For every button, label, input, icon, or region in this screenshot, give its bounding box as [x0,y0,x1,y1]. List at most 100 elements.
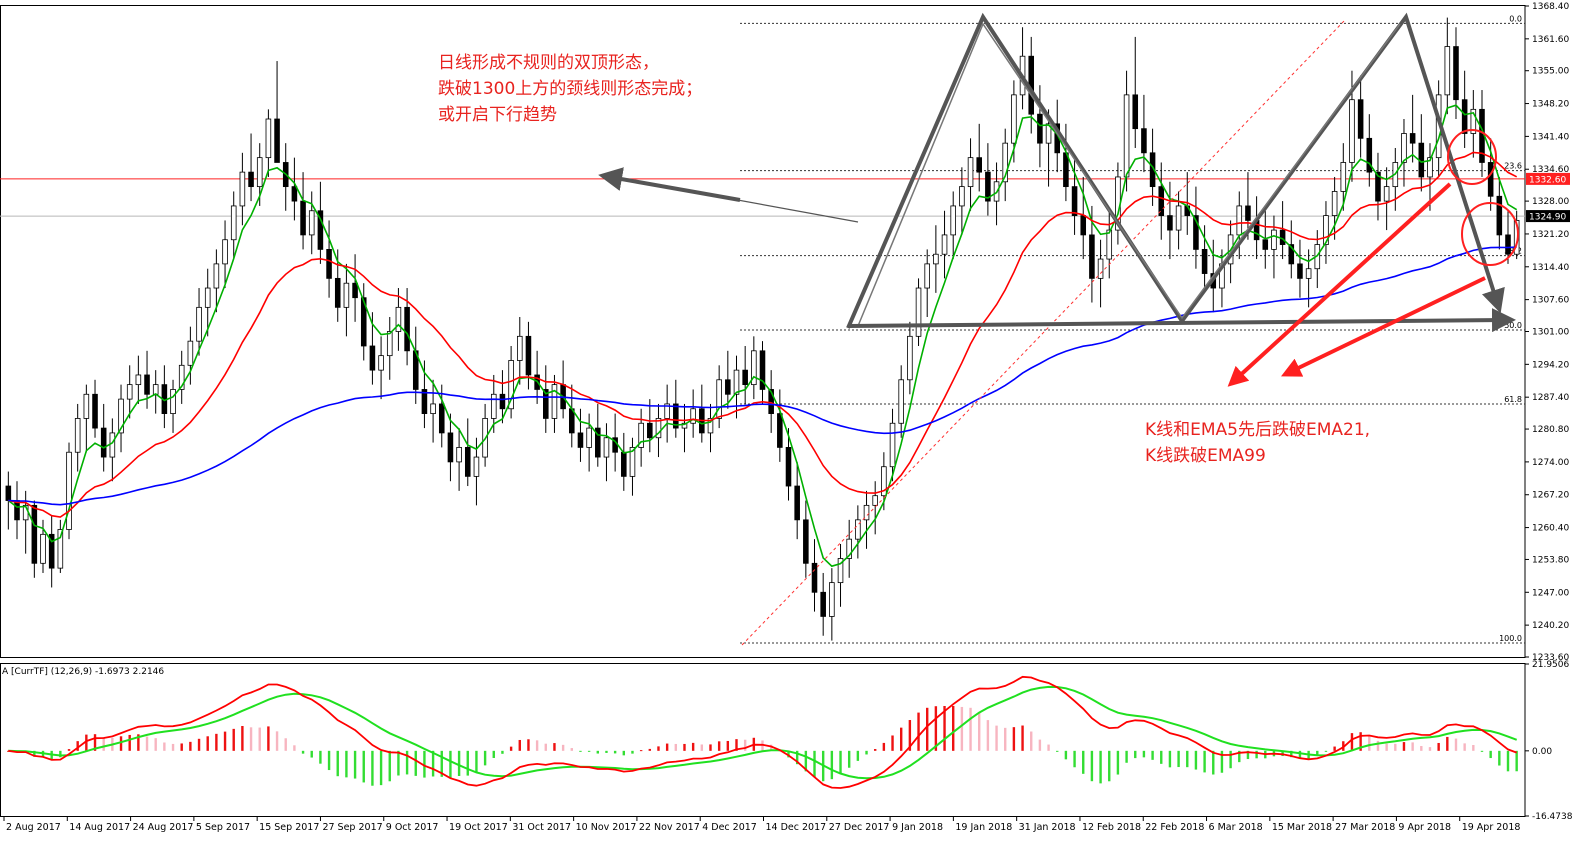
x-tick-label: 2 Aug 2017 [6,822,61,833]
y-tick-label: 1341.40 [1532,132,1569,142]
y-tick-label: 1368.40 [1532,2,1569,12]
fib-level-label: 61.8 [1504,395,1522,404]
candle-up [66,451,72,530]
macd-histogram-bar [587,750,591,752]
macd-histogram-bar [978,712,981,751]
annotation-line: K线跌破EMA99 [1145,446,1266,466]
macd-histogram-bar [301,750,305,754]
macd-histogram-bar [1489,750,1492,759]
y-tick-label: 1253.80 [1532,555,1569,565]
macd-histogram-bar [232,728,235,751]
macd-histogram-bar [518,739,521,751]
macd-histogram-bar [1368,735,1371,751]
candle-down [976,157,982,173]
candle-up [907,335,913,381]
macd-histogram-bar [249,727,253,751]
macd-histogram-bar [449,750,452,779]
x-tick-label: 5 Sep 2017 [196,822,250,833]
price-axis: 1368.401361.601355.001348.201341.401334.… [1525,2,1570,663]
macd-histogram-bar [267,726,270,751]
candle-down [438,403,445,434]
macd-histogram-bar [154,738,157,751]
candle-up [950,205,956,236]
macd-histogram-bar [431,750,435,777]
macd-histogram-bar [414,750,417,776]
x-tick-label: 9 Apr 2018 [1398,822,1451,833]
candle-down [742,369,748,386]
time-axis: 2 Aug 2017 14 Aug 2017 24 Aug 2017 5 Sep 20… [3,816,1520,833]
macd-histogram-bar [206,736,209,751]
macd-histogram-bar [1056,750,1059,752]
macd-histogram-bar [873,749,877,751]
x-tick-label: 24 Aug 2017 [133,822,194,833]
macd-histogram-bar [813,750,816,778]
macd-histogram-bar [327,750,331,771]
x-tick-label: 15 Sep 2017 [259,822,319,833]
macd-histogram-bar [1437,742,1440,751]
candle-down [1262,239,1269,250]
candle-down [1409,133,1416,144]
candle-down [785,447,792,487]
candle-down [14,500,20,521]
candle-up [933,253,939,265]
macd-histogram-bar [215,733,218,751]
annotation-line: 或开启下行趋势 [438,105,557,125]
macd-histogram-bar [466,750,469,776]
candle-up [126,384,133,400]
macd-histogram-bar [475,750,478,773]
candle-down [1071,186,1078,216]
candle-up [586,427,592,448]
macd-histogram-bar [1064,750,1068,760]
candle-down [1487,162,1494,197]
candle-up [109,432,116,458]
macd-histogram-bar [1385,743,1388,751]
candle-down [1297,263,1303,279]
macd-histogram-bar [1073,750,1076,768]
candle-down [1037,113,1043,144]
x-tick-label: 10 Nov 2017 [576,822,637,833]
macd-histogram-bar [1134,750,1137,759]
macd-histogram-bar [1324,750,1328,752]
macd-histogram-bar [284,738,287,751]
current-price-label: 1324.90 [1529,213,1566,223]
macd-panel: 21.9506 0.00 -16.4738 A [CurrTF] (12,26,9) … [2,660,1573,822]
macd-histogram-bar [969,707,972,751]
candle-up [204,287,211,308]
macd-histogram-bar [171,743,175,751]
y-tick-label: 1294.20 [1532,360,1569,370]
macd-histogram-bar [995,725,998,751]
y-tick-label: 1280.80 [1532,425,1569,435]
macd-histogram-bar [899,727,903,751]
macd-histogram-bar [1515,750,1518,772]
candle-down [1505,234,1511,255]
candle-up [256,157,263,188]
candle-up [135,374,142,386]
candle-down [300,200,306,236]
grid [0,178,1525,217]
y-tick-label: 1240.20 [1532,621,1569,631]
candle-down [464,447,471,477]
candle-up [872,495,878,506]
candle-up [967,157,974,188]
macd-histogram-bar [1177,750,1180,768]
candle-down [291,186,298,202]
candle-down [647,422,653,439]
macd-histogram-bar [847,750,851,768]
macd-histogram-bar [1004,727,1007,751]
macd-histogram-bar [1203,750,1206,773]
macd-histogram-bar [388,750,391,782]
macd-histogram-bar [345,750,348,778]
macd-histogram-bar [163,742,166,751]
candle-up [1097,258,1104,279]
y-tick-label: 1321.20 [1532,230,1569,240]
fib-level-label: 100.0 [1499,634,1522,643]
candle-down [100,427,107,458]
y-tick-label: 1307.60 [1532,296,1569,306]
candle-down [144,374,150,395]
macd-histogram-bar [553,743,556,751]
macd-histogram-bar [1229,750,1232,769]
macd-histogram-bar [145,736,149,751]
candle-up [490,393,497,419]
candle-up [395,306,402,332]
macd-histogram-bar [310,750,313,758]
